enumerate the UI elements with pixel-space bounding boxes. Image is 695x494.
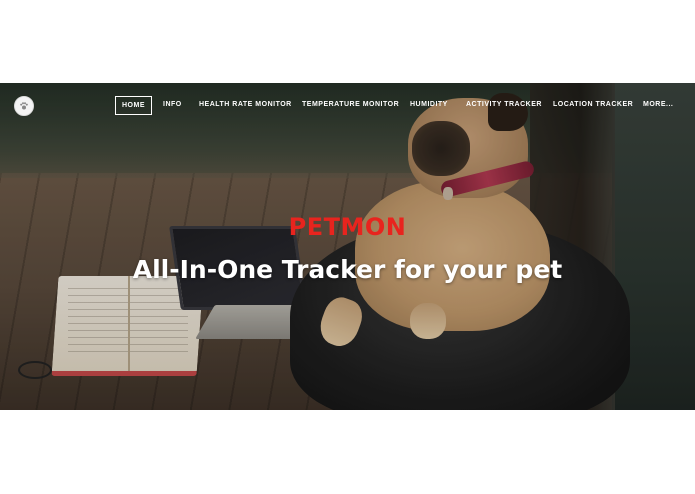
nav-item-activity-tracker[interactable]: ACTIVITY TRACKER	[466, 96, 542, 114]
nav-item-info[interactable]: INFO	[163, 96, 182, 114]
hero-title: PETMON	[288, 213, 407, 241]
nav-item-temperature-monitor[interactable]: TEMPERATURE MONITOR	[302, 96, 399, 114]
pet-logo-icon[interactable]	[14, 96, 34, 116]
page: HOME INFO HEALTH RATE MONITOR TEMPERATUR…	[0, 0, 695, 494]
hero-banner: HOME INFO HEALTH RATE MONITOR TEMPERATUR…	[0, 83, 695, 410]
nav-item-location-tracker[interactable]: LOCATION TRACKER	[553, 96, 633, 114]
nav-item-more[interactable]: MORE...	[643, 96, 673, 114]
image-overlay	[0, 83, 695, 410]
paw-icon	[20, 102, 28, 110]
top-navigation: HOME INFO HEALTH RATE MONITOR TEMPERATUR…	[0, 83, 695, 127]
nav-item-home[interactable]: HOME	[115, 96, 152, 115]
nav-item-humidity[interactable]: HUMIDITY	[410, 96, 448, 114]
nav-item-health-rate-monitor[interactable]: HEALTH RATE MONITOR	[199, 96, 292, 114]
hero-subtitle: All-In-One Tracker for your pet	[132, 255, 563, 284]
